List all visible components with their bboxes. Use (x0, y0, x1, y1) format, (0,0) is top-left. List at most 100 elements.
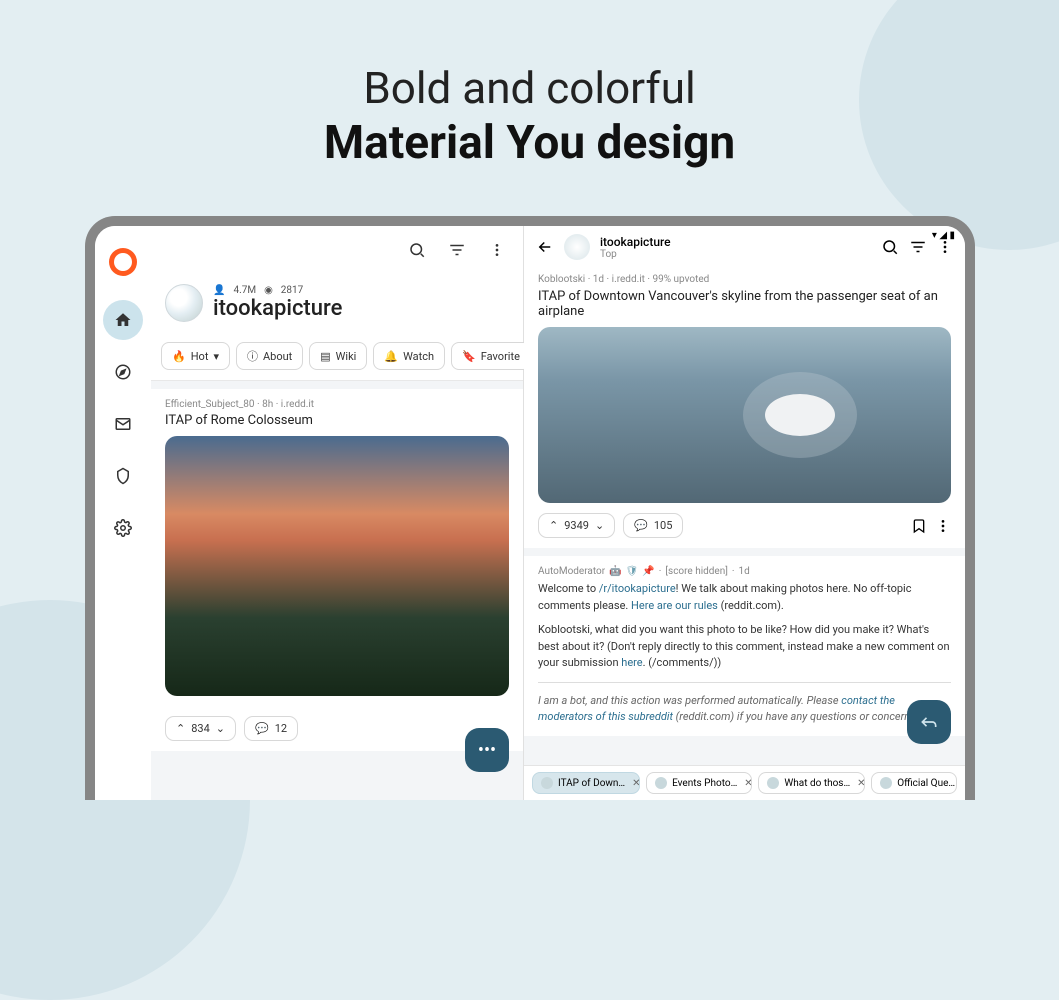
reply-fab[interactable] (907, 700, 951, 744)
detail-post-meta: Koblootski · 1d · i.redd.it · 99% upvote… (524, 268, 965, 287)
sort-icon[interactable] (441, 234, 473, 266)
member-count: 4.7M (233, 285, 256, 296)
subreddit-header: 👤 4.7M ◉ 2817 itookapicture (151, 274, 523, 332)
comment-chip[interactable]: 💬 12 (244, 716, 298, 741)
hero-line-1: Bold and colorful (0, 62, 1059, 114)
post-image[interactable] (165, 436, 509, 696)
detail-subreddit: itookapicture (600, 235, 671, 249)
tab-label: Official Que… (897, 778, 955, 789)
tab-2[interactable]: Events Photo… ✕ (646, 772, 752, 794)
sort-icon[interactable] (909, 238, 927, 256)
watch-label: Watch (403, 350, 434, 363)
more-fab[interactable]: ••• (465, 728, 509, 772)
tab-avatar (880, 777, 892, 789)
chevron-down-icon: ▾ (213, 350, 219, 363)
rules-link[interactable]: Here are our rules (631, 599, 718, 612)
tab-label: What do thos… (784, 778, 850, 789)
online-count: 2817 (281, 285, 303, 296)
chip-row: 🔥 Hot ▾ ⓘ About ▤ Wiki 🔔 Watch 🔖 (151, 332, 523, 381)
search-icon[interactable] (881, 238, 899, 256)
more-icon[interactable] (935, 518, 951, 534)
comment[interactable]: AutoModerator 🤖 🛡 📌 · [score hidden] · 1… (524, 556, 965, 736)
vote-count: 834 (191, 722, 210, 735)
comment-text: Koblootski, what did you want this photo… (538, 623, 950, 669)
mod-icon[interactable] (103, 456, 143, 496)
comment-text: . (/comments/)) (643, 656, 722, 669)
watch-chip[interactable]: 🔔 Watch (373, 342, 445, 370)
comment-icon: 💬 (255, 722, 269, 735)
wiki-chip[interactable]: ▤ Wiki (309, 342, 367, 370)
favorite-label: Favorite (481, 350, 520, 363)
info-icon: ⓘ (247, 348, 258, 364)
downvote-icon: ⌄ (595, 519, 604, 532)
detail-comment-count: 105 (654, 519, 673, 532)
comment-count: 12 (275, 722, 287, 735)
tab-avatar (655, 777, 667, 789)
list-pane: 👤 4.7M ◉ 2817 itookapicture 🔥 Hot ▾ (151, 226, 524, 800)
downvote-icon: ⌄ (216, 722, 225, 735)
vote-chip[interactable]: ⌃ 834 ⌄ (165, 716, 236, 741)
nav-rail (95, 226, 151, 800)
wiki-label: Wiki (336, 350, 357, 363)
fire-icon: 🔥 (172, 350, 186, 363)
home-icon[interactable] (103, 300, 143, 340)
comment-text: I am a bot, and this action was performe… (538, 694, 841, 707)
comment-text: (reddit.com) if you have any questions o… (673, 710, 918, 723)
post-title: ITAP of Rome Colosseum (165, 413, 509, 428)
explore-icon[interactable] (103, 352, 143, 392)
post-meta: Efficient_Subject_80 · 8h · i.redd.it (165, 399, 509, 410)
tablet-frame: 👤 4.7M ◉ 2817 itookapicture 🔥 Hot ▾ (85, 216, 975, 800)
subreddit-name: itookapicture (213, 296, 342, 321)
more-icon[interactable] (481, 234, 513, 266)
settings-icon[interactable] (103, 508, 143, 548)
favorite-chip[interactable]: 🔖 Favorite (451, 342, 531, 370)
post-card[interactable]: Efficient_Subject_80 · 8h · i.redd.it IT… (151, 389, 523, 706)
hero-line-2: Material You design (0, 116, 1059, 170)
status-bar: ▾ ◢ ▮ (932, 230, 955, 241)
back-icon[interactable] (536, 238, 554, 256)
mod-icon: 🛡 (626, 566, 639, 577)
tab-1[interactable]: ITAP of Down… ✕ (532, 772, 640, 794)
detail-comment-chip[interactable]: 💬 105 (623, 513, 683, 538)
about-label: About (263, 350, 292, 363)
pin-icon: 📌 (642, 566, 654, 577)
close-icon[interactable]: ✕ (744, 778, 752, 789)
online-icon: ◉ (264, 285, 273, 296)
bookmark-icon: 🔖 (462, 350, 476, 363)
detail-vote-count: 9349 (564, 519, 589, 532)
more-icon[interactable] (937, 239, 953, 255)
tab-label: Events Photo… (672, 778, 737, 789)
mail-icon[interactable] (103, 404, 143, 444)
upvote-icon: ⌃ (549, 519, 558, 532)
sort-chip[interactable]: 🔥 Hot ▾ (161, 342, 230, 370)
close-icon[interactable]: ✕ (632, 778, 640, 789)
close-icon[interactable]: ✕ (857, 778, 865, 789)
tab-avatar (767, 777, 779, 789)
comment-text: (reddit.com). (718, 599, 784, 612)
save-icon[interactable] (911, 518, 927, 534)
detail-sort: Top (600, 249, 671, 260)
subreddit-avatar[interactable] (165, 284, 203, 322)
here-link[interactable]: here (621, 656, 642, 669)
book-icon: ▤ (320, 350, 330, 363)
comment-score: [score hidden] (665, 566, 728, 577)
person-icon: 👤 (213, 285, 225, 296)
comment-time: 1d (739, 566, 750, 577)
app-logo[interactable] (109, 248, 137, 276)
comment-icon: 💬 (634, 519, 648, 532)
detail-post-title: ITAP of Downtown Vancouver's skyline fro… (524, 287, 965, 327)
about-chip[interactable]: ⓘ About (236, 342, 303, 370)
tab-label: ITAP of Down… (558, 778, 625, 789)
search-icon[interactable] (401, 234, 433, 266)
subreddit-link[interactable]: /r/itookapicture (599, 582, 676, 595)
bell-icon: 🔔 (384, 350, 398, 363)
tab-4[interactable]: Official Que… (871, 772, 957, 794)
tab-avatar (541, 777, 553, 789)
detail-vote-chip[interactable]: ⌃ 9349 ⌄ (538, 513, 615, 538)
comment-author: AutoModerator (538, 566, 605, 577)
bottom-tabs: ITAP of Down… ✕ Events Photo… ✕ What do … (524, 765, 965, 800)
sort-label: Hot (191, 350, 209, 363)
subreddit-avatar-small[interactable] (564, 234, 590, 260)
tab-3[interactable]: What do thos… ✕ (758, 772, 865, 794)
detail-post-image[interactable] (538, 327, 951, 503)
